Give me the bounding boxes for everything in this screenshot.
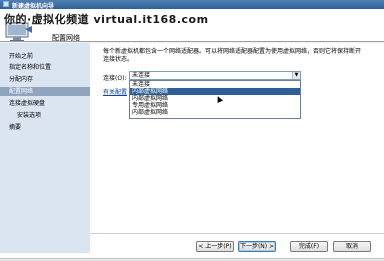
dropdown-option-private[interactable]: 专用虚拟网络 [130,102,300,109]
cancel-button[interactable]: 取消 [333,241,371,252]
next-button[interactable]: 下一步(N) > [238,241,276,252]
footer-divider [90,233,384,234]
connection-select-value: 未连接 [132,72,151,79]
finish-button[interactable]: 完成(F) [290,241,328,252]
sidebar-item-network[interactable]: 配置网络 [0,87,90,96]
watermark: 你的·虚拟化频道 virtual.it168.com [4,13,209,26]
sidebar-item-virtual-disk[interactable]: 连接虚拟硬盘 [0,99,90,108]
dropdown-option-internal-1[interactable]: 内部虚拟网络 [130,88,300,95]
dropdown-option-internal-3[interactable]: 内部虚拟网络 [130,109,300,116]
connection-label: 连接(O): [103,75,127,82]
sidebar-item-before-you-begin[interactable]: 开始之前 [0,52,90,61]
window-titlebar: 新建虚拟机向导 [0,0,384,10]
connection-select[interactable]: 未连接 ▼ [129,71,301,80]
sidebar-item-memory[interactable]: 分配内存 [0,75,90,84]
sidebar-item-name-location[interactable]: 指定名称和位置 [0,63,90,72]
wizard-steps-sidebar: 开始之前 指定名称和位置 分配内存 配置网络 连接虚拟硬盘 安装选项 摘要 [0,43,90,253]
wizard-content: 每个新虚拟机都包含一个网络适配器。可以将网络适配器配置为使用虚拟网络，否则它将保… [90,43,384,243]
network-help-link[interactable]: 有关配置 [103,87,127,96]
network-description: 每个新虚拟机都包含一个网络适配器。可以将网络适配器配置为使用虚拟网络，否则它将保… [103,48,362,63]
sidebar-item-summary[interactable]: 摘要 [0,123,90,132]
dropdown-option-not-connected[interactable]: 未连接 [130,81,300,88]
chevron-down-icon[interactable]: ▼ [292,72,300,79]
previous-button[interactable]: < 上一步(P) [196,241,234,252]
sidebar-item-install-options[interactable]: 安装选项 [0,111,90,120]
window-icon [3,1,9,7]
